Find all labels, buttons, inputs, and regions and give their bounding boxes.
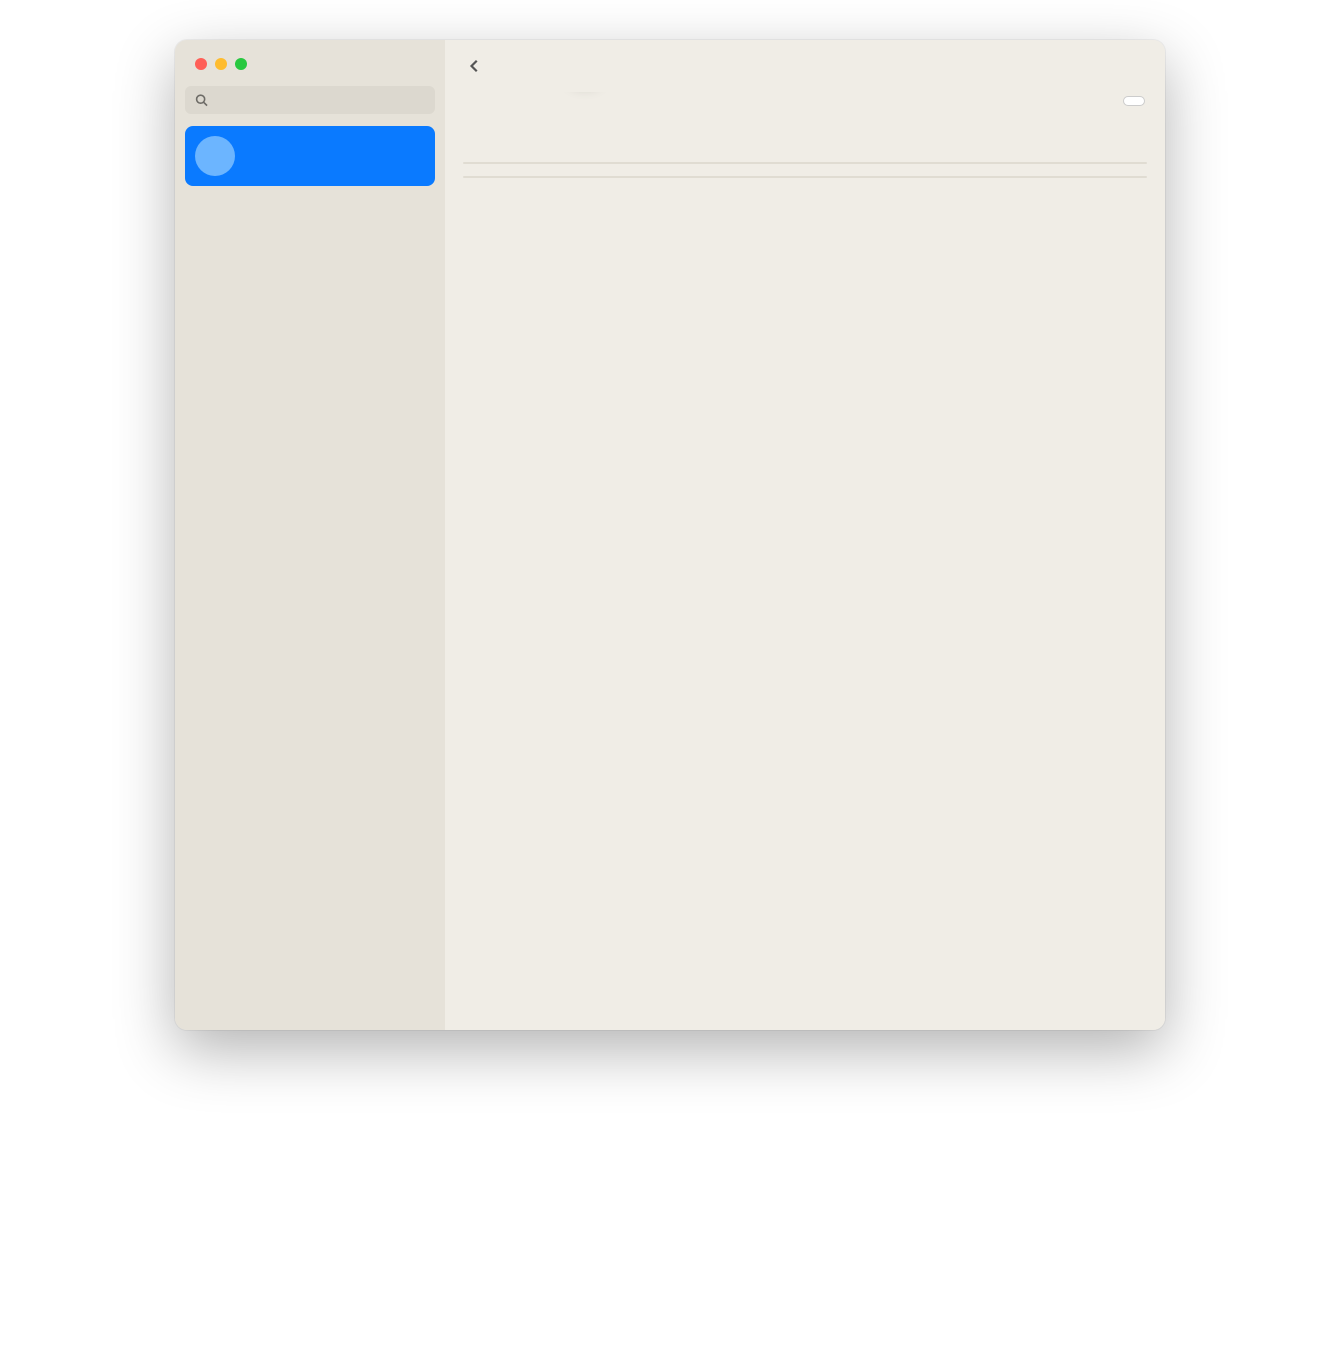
minimize-icon[interactable] (215, 58, 227, 70)
icloud-services-list (463, 162, 1147, 164)
search-icon (195, 93, 208, 107)
sidebar (175, 40, 445, 1030)
storage-section (463, 92, 1147, 150)
search-input[interactable] (214, 92, 425, 108)
app-toggles-list (463, 176, 1147, 178)
zoom-icon[interactable] (235, 58, 247, 70)
avatar (195, 136, 235, 176)
back-button[interactable] (463, 54, 487, 78)
window-controls (185, 52, 435, 86)
storage-bar[interactable] (463, 114, 1147, 136)
content (445, 92, 1165, 1030)
close-icon[interactable] (195, 58, 207, 70)
account-row[interactable] (185, 126, 435, 186)
main-pane (445, 40, 1165, 1030)
header (445, 40, 1165, 92)
manage-button[interactable] (1123, 96, 1145, 106)
settings-window (175, 40, 1165, 1030)
chevron-left-icon (468, 59, 482, 73)
search-box[interactable] (185, 86, 435, 114)
